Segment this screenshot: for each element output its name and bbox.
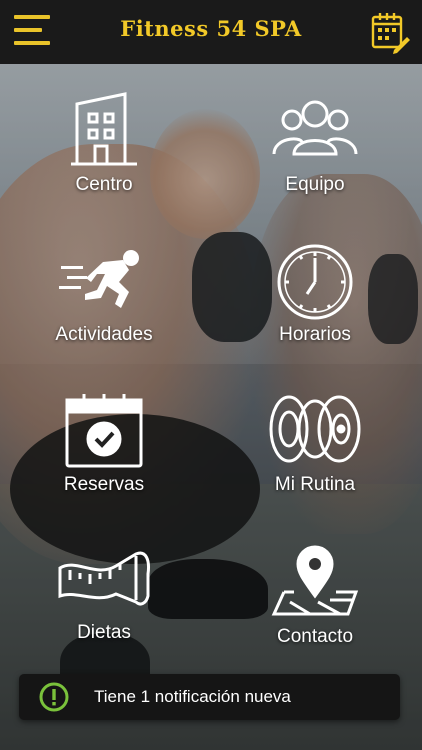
building-icon (71, 92, 137, 166)
calendar-edit-icon[interactable] (370, 10, 410, 54)
tile-dietas[interactable]: Dietas (19, 544, 189, 654)
group-icon (272, 100, 358, 156)
tile-label: Contacto (276, 626, 354, 647)
tile-label: Reservas (63, 474, 145, 495)
notification-text: Tiene 1 notificación nueva (94, 687, 291, 706)
alert-circle-icon (39, 682, 69, 712)
notification-bar[interactable]: Tiene 1 notificación nueva (19, 674, 400, 720)
tile-horarios[interactable]: Horarios (230, 242, 400, 352)
tile-label: Horarios (279, 324, 351, 345)
tile-centro[interactable]: Centro (19, 92, 189, 202)
tile-reservas[interactable]: Reservas (19, 392, 189, 502)
weight-plates-icon (269, 395, 361, 463)
tile-label: Centro (75, 174, 133, 195)
app-title: Fitness 54 SPA (120, 16, 302, 41)
tile-label: Mi Rutina (274, 474, 356, 495)
tile-label: Equipo (285, 174, 345, 195)
tile-equipo[interactable]: Equipo (230, 92, 400, 202)
app-header: Fitness 54 SPA (0, 0, 422, 64)
tile-actividades[interactable]: Actividades (19, 242, 189, 352)
clock-icon (277, 244, 353, 320)
map-pin-icon (271, 545, 359, 616)
tile-contacto[interactable]: Contacto (230, 544, 400, 654)
running-icon (59, 250, 139, 308)
tile-label: Dietas (77, 622, 131, 643)
calendar-check-icon (65, 394, 143, 468)
tile-label: Actividades (55, 324, 153, 345)
tile-mi-rutina[interactable]: Mi Rutina (230, 392, 400, 502)
measuring-tape-icon (58, 551, 150, 606)
